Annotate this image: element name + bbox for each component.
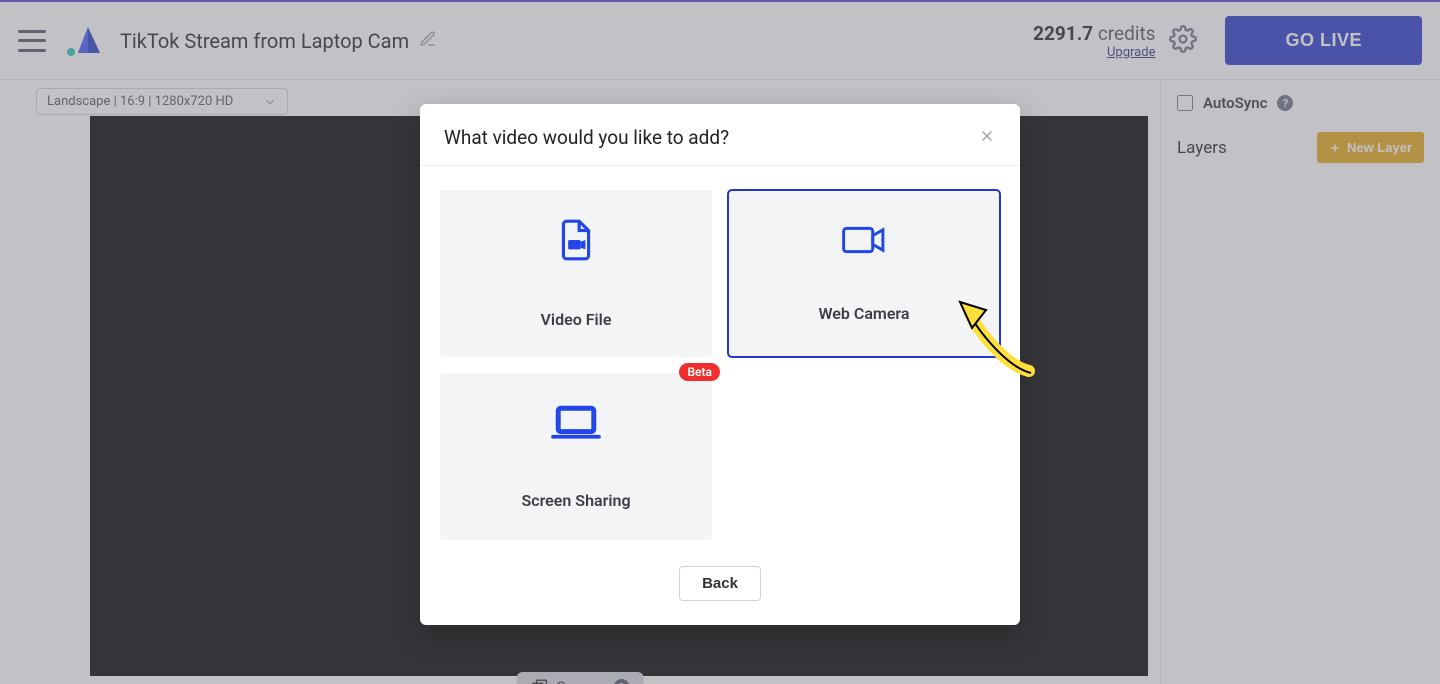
card-web-camera-label: Web Camera bbox=[818, 304, 909, 323]
modal-title: What video would you like to add? bbox=[444, 126, 729, 149]
card-screen-sharing-label: Screen Sharing bbox=[521, 491, 630, 510]
card-web-camera[interactable]: Web Camera bbox=[728, 190, 1000, 357]
card-video-file[interactable]: Video File bbox=[440, 190, 712, 357]
card-screen-sharing[interactable]: Beta Screen Sharing bbox=[440, 373, 712, 540]
modal-close-icon[interactable] bbox=[978, 127, 996, 149]
beta-badge: Beta bbox=[679, 363, 720, 381]
video-file-icon bbox=[557, 218, 595, 266]
add-video-modal: What video would you like to add? Video … bbox=[420, 104, 1020, 625]
screen-sharing-icon bbox=[550, 403, 602, 447]
web-camera-icon bbox=[842, 224, 886, 260]
back-button[interactable]: Back bbox=[679, 566, 761, 601]
card-video-file-label: Video File bbox=[541, 310, 612, 329]
